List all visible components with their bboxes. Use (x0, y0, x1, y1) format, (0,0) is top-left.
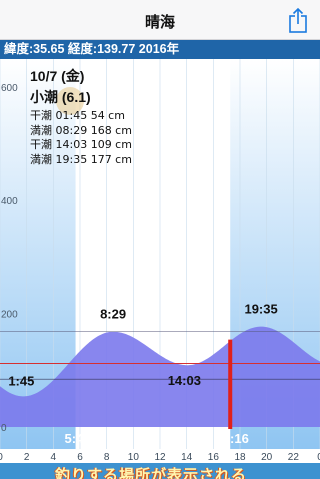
x-tick-label: 6 (77, 452, 83, 463)
ad-banner[interactable]: 釣りする場所が表示される (0, 463, 320, 479)
y-tick-label: 0 (1, 423, 7, 434)
ad-banner-text: 釣りする場所が表示される (55, 467, 248, 479)
sunrise-label: 5:40 (65, 431, 91, 446)
x-tick-label: 10 (128, 452, 140, 463)
x-tick-label: 4 (51, 452, 57, 463)
y-tick-label: 200 (1, 310, 18, 321)
tide-times-list: 干潮 01:45 54 cm 満潮 08:29 168 cm 干潮 14:03 … (30, 109, 180, 167)
tide-time-row: 満潮 08:29 168 cm (30, 123, 132, 137)
tide-time-row: 満潮 19:35 177 cm (30, 152, 132, 166)
share-icon (289, 7, 307, 33)
page-title: 晴海 (144, 14, 175, 31)
x-tick-label: 16 (208, 452, 220, 463)
x-tick-label: 14 (181, 452, 193, 463)
tide-time-row: 干潮 14:03 109 cm (30, 138, 132, 151)
x-tick-label: 0 (0, 452, 3, 463)
x-tick-label: 8 (104, 452, 110, 463)
tide-extreme-label: 8:29 (100, 307, 126, 322)
tide-extreme-label: 1:45 (8, 373, 34, 388)
y-tick-label: 600 (1, 83, 18, 94)
share-button[interactable] (286, 6, 310, 34)
sunset-label: 17:16 (216, 431, 249, 446)
tide-extreme-label: 14:03 (168, 373, 201, 388)
day-info-panel: 10/7 (金) 小潮 (6.1) 干潮 01:45 54 cm 満潮 08:2… (30, 68, 180, 167)
tide-extreme-label: 19:35 (244, 302, 277, 317)
x-tick-label: 18 (234, 452, 246, 463)
x-tick-label: 20 (261, 452, 273, 463)
date-label: 10/7 (金) (30, 68, 85, 84)
x-tick-label: 22 (288, 452, 300, 463)
location-info-bar: 緯度:35.65 経度:139.77 2016年 (0, 40, 320, 59)
navigation-bar: 晴海 (0, 0, 320, 40)
x-tick-label: 2 (24, 452, 30, 463)
moon-age-label: 小潮 (6.1) (30, 89, 91, 105)
x-tick-label: 12 (154, 452, 166, 463)
tide-time-row: 干潮 01:45 54 cm (30, 109, 125, 122)
y-tick-label: 400 (1, 196, 18, 207)
